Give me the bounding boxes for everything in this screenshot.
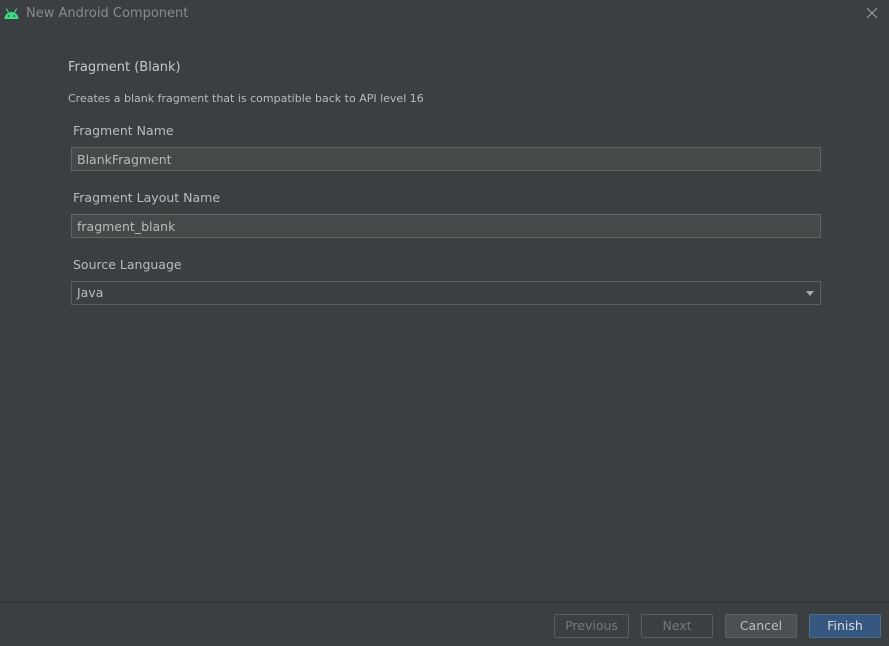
finish-button[interactable]: Finish — [809, 614, 881, 638]
source-language-select[interactable]: Java — [71, 281, 821, 305]
window-title: New Android Component — [26, 6, 189, 21]
android-icon — [4, 8, 19, 19]
fragment-layout-name-input[interactable] — [71, 214, 821, 238]
footer-divider — [0, 602, 889, 603]
cancel-button[interactable]: Cancel — [725, 614, 797, 638]
source-language-label: Source Language — [73, 257, 182, 272]
next-button[interactable]: Next — [641, 614, 713, 638]
new-android-component-dialog: New Android Component Fragment (Blank) C… — [0, 0, 889, 646]
title-bar: New Android Component — [0, 0, 889, 27]
page-heading: Fragment (Blank) — [68, 60, 181, 75]
chevron-down-icon[interactable] — [806, 291, 814, 296]
source-language-value: Java — [77, 285, 104, 300]
fragment-name-label: Fragment Name — [73, 123, 174, 138]
previous-button[interactable]: Previous — [554, 614, 629, 638]
page-description: Creates a blank fragment that is compati… — [68, 92, 424, 105]
fragment-layout-name-label: Fragment Layout Name — [73, 190, 221, 205]
fragment-name-input[interactable] — [71, 147, 821, 171]
close-icon[interactable] — [865, 6, 879, 20]
